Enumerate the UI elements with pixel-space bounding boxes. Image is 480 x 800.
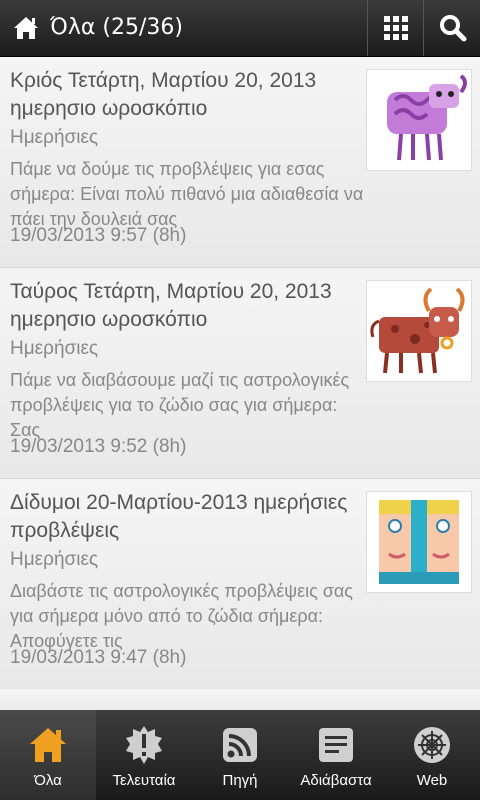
- item-category: Ημερήσιες: [10, 127, 99, 148]
- item-category: Ημερήσιες: [10, 338, 99, 359]
- aries-ram-icon: [387, 74, 467, 161]
- item-thumbnail: [366, 69, 472, 171]
- item-description: Πάμε να διαβάσουμε μαζί τις αστρολογικές…: [10, 370, 350, 440]
- rss-icon: [223, 728, 257, 762]
- item-date: 19/03/2013 9:47 (8h): [10, 647, 187, 668]
- article-list[interactable]: Κριός Τετάρτη, Μαρτίου 20, 2013 ημερησιο…: [0, 57, 480, 710]
- tab-all[interactable]: Όλα: [0, 710, 96, 800]
- tab-label: Web: [416, 772, 448, 789]
- tab-source[interactable]: Πηγή: [192, 710, 288, 800]
- list-item[interactable]: Δίδυμοι 20-Μαρτίου-2013 ημερήσιες προβλέ…: [0, 479, 480, 690]
- list-item[interactable]: [0, 689, 480, 710]
- grid-view-button[interactable]: [368, 0, 423, 56]
- web-globe-icon: [414, 727, 450, 763]
- new-badge-icon: [126, 726, 162, 764]
- top-bar: Όλα (25/36): [0, 0, 480, 57]
- bottom-tab-bar: Όλα Τελευταία Πηγή Αδιάβαστα Web: [0, 710, 480, 800]
- item-thumbnail: [366, 280, 472, 382]
- unread-document-icon: [319, 728, 353, 762]
- tab-label: Πηγή: [222, 772, 258, 789]
- home-icon[interactable]: [12, 14, 40, 42]
- tab-unread[interactable]: Αδιάβαστα: [288, 710, 384, 800]
- item-title: Κριός Τετάρτη, Μαρτίου 20, 2013 ημερησιο…: [10, 69, 317, 120]
- item-date: 19/03/2013 9:57 (8h): [10, 225, 187, 246]
- grid-icon: [384, 16, 408, 40]
- tab-web[interactable]: Web: [384, 710, 480, 800]
- item-title: Δίδυμοι 20-Μαρτίου-2013 ημερήσιες προβλέ…: [10, 491, 348, 542]
- item-description: Πάμε να δούμε τις προβλέψεις για εσας σή…: [10, 159, 364, 229]
- tab-label: Τελευταία: [112, 772, 176, 789]
- search-button[interactable]: [424, 0, 480, 56]
- tab-label: Όλα: [34, 772, 62, 789]
- tab-latest[interactable]: Τελευταία: [96, 710, 192, 800]
- tab-label: Αδιάβαστα: [300, 772, 372, 789]
- list-item[interactable]: Κριός Τετάρτη, Μαρτίου 20, 2013 ημερησιο…: [0, 57, 480, 268]
- home-icon: [30, 728, 66, 762]
- list-item[interactable]: Ταύρος Τετάρτη, Μαρτίου 20, 2013 ημερησι…: [0, 268, 480, 479]
- search-icon: [440, 15, 467, 42]
- page-title: Όλα (25/36): [50, 15, 183, 40]
- item-title: Ταύρος Τετάρτη, Μαρτίου 20, 2013 ημερησι…: [10, 280, 332, 331]
- item-description: Διαβάστε τις αστρολογικές προβλέψεις σας…: [10, 581, 353, 651]
- gemini-twins-icon: [379, 500, 459, 584]
- item-thumbnail: [366, 491, 472, 593]
- item-date: 19/03/2013 9:52 (8h): [10, 436, 187, 457]
- taurus-bull-icon: [370, 287, 465, 374]
- item-category: Ημερήσιες: [10, 549, 99, 570]
